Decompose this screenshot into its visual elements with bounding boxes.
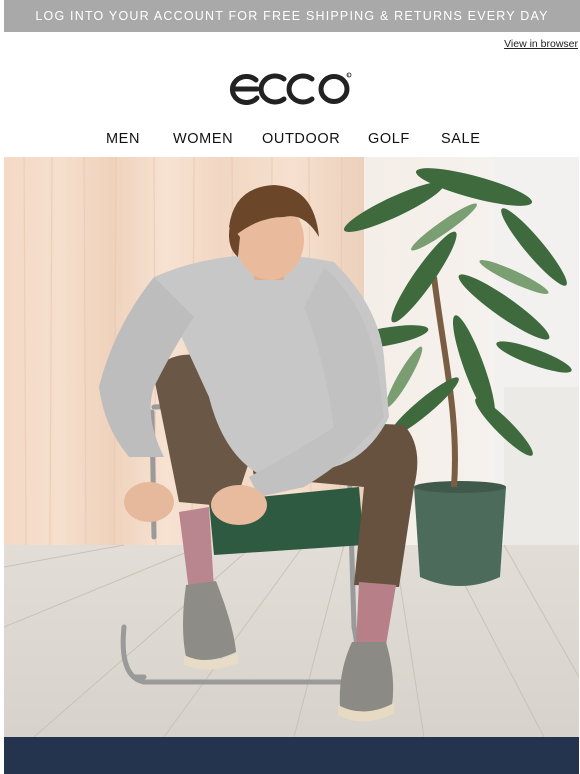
promo-banner-text: LOG INTO YOUR ACCOUNT FOR FREE SHIPPING …	[35, 9, 549, 23]
main-nav: MEN WOMEN OUTDOOR GOLF SALE	[0, 128, 580, 154]
nav-men[interactable]: MEN	[106, 131, 140, 147]
footer-band	[4, 737, 579, 774]
nav-outdoor[interactable]: OUTDOOR	[262, 131, 340, 147]
promo-banner[interactable]: LOG INTO YOUR ACCOUNT FOR FREE SHIPPING …	[4, 0, 580, 32]
hero-photo	[4, 157, 579, 737]
ecco-logo[interactable]: R	[228, 70, 354, 108]
email-page: LOG INTO YOUR ACCOUNT FOR FREE SHIPPING …	[0, 0, 580, 774]
nav-sale[interactable]: SALE	[441, 131, 480, 147]
hero-image[interactable]	[4, 157, 579, 737]
ecco-logo-mark: R	[229, 72, 352, 105]
nav-women[interactable]: WOMEN	[173, 131, 233, 147]
view-in-browser-link[interactable]: View in browser	[504, 38, 578, 50]
nav-golf[interactable]: GOLF	[368, 131, 410, 147]
